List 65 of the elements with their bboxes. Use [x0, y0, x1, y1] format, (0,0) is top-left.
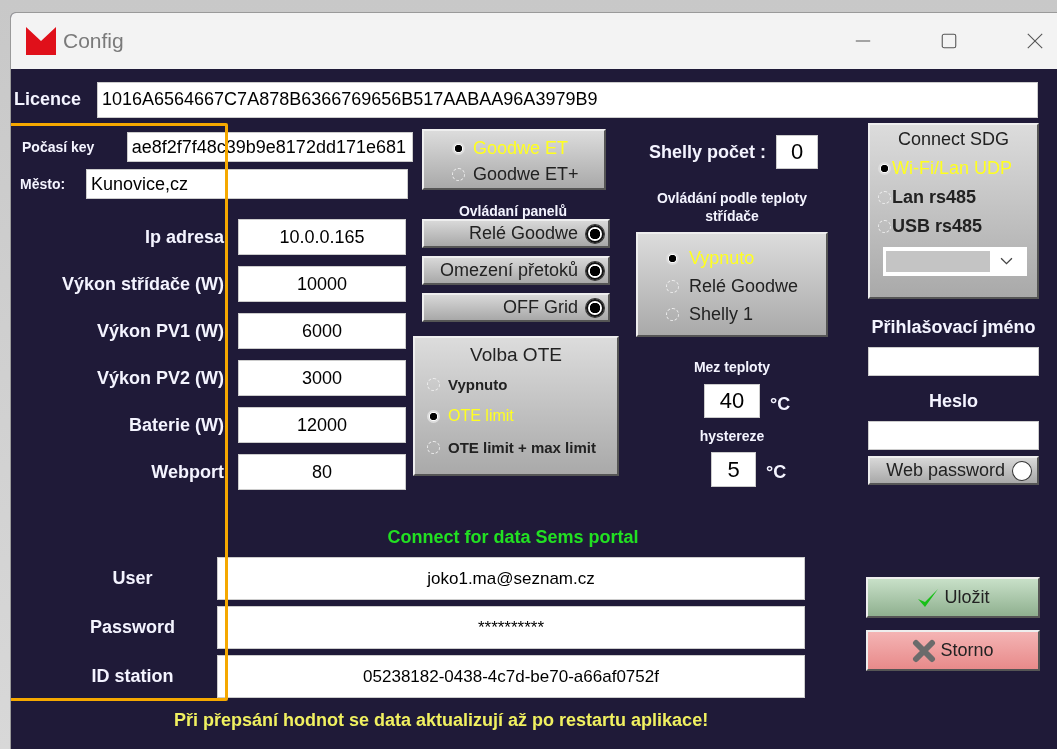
- username-field[interactable]: [868, 347, 1039, 376]
- weather-key-label: Počasí key: [22, 139, 96, 155]
- setting-label: Ip adresa: [143, 226, 224, 248]
- temperature-control-title: Ovládání podle teploty střídače: [655, 189, 809, 225]
- unit-label: °C: [766, 462, 787, 483]
- cancel-button[interactable]: Storno: [866, 630, 1040, 671]
- username-label: Přihlašovací jméno: [871, 317, 1036, 338]
- city-field[interactable]: Kunovice,cz: [86, 169, 408, 199]
- setting-label: Výkon PV1 (W): [95, 320, 224, 342]
- sems-field[interactable]: joko1.ma@seznam.cz: [217, 557, 805, 600]
- toggle-button[interactable]: Omezení přetoků: [422, 256, 610, 285]
- radio-button[interactable]: [427, 409, 440, 423]
- close-icon[interactable]: [1026, 32, 1044, 50]
- sems-field[interactable]: 05238182-0438-4c7d-be70-a66af0752f: [217, 655, 805, 698]
- setting-label: Webport: [150, 461, 224, 483]
- setting-field[interactable]: 6000: [238, 313, 406, 349]
- radio-label[interactable]: Goodwe ET+: [473, 161, 579, 187]
- shelly-count-label: Shelly počet :: [649, 141, 767, 163]
- password-label: Heslo: [929, 391, 978, 412]
- cross-icon: [912, 638, 937, 663]
- sems-title: Connect for data Sems portal: [386, 527, 640, 548]
- radio-label[interactable]: Vypnuto: [448, 376, 508, 393]
- toggle-button[interactable]: Relé Goodwe: [422, 219, 610, 248]
- port-dropdown[interactable]: [883, 247, 1027, 276]
- temperature-limit-label: Mez teploty: [692, 359, 772, 375]
- radio-label[interactable]: Shelly 1: [689, 300, 754, 328]
- radio-button[interactable]: [452, 141, 465, 155]
- sdg-title: Connect SDG: [896, 129, 1011, 150]
- setting-field[interactable]: 80: [238, 454, 406, 490]
- password-field[interactable]: [868, 421, 1039, 450]
- radio-label[interactable]: Lan rs485: [892, 187, 977, 208]
- radio-label[interactable]: Relé Goodwe: [689, 272, 799, 300]
- licence-field[interactable]: 1016A6564667C7A878B6366769656B517AABAA96A3979B9: [97, 81, 1038, 118]
- sems-label: User: [111, 568, 154, 589]
- sems-field[interactable]: **********: [217, 606, 805, 649]
- hysteresis-field[interactable]: 5: [711, 452, 756, 487]
- setting-field[interactable]: 3000: [238, 360, 406, 396]
- panel-control-title: Ovládaní panelů: [457, 203, 569, 219]
- hysteresis-label: hystereze: [698, 428, 766, 444]
- setting-label: Baterie (W): [128, 414, 224, 436]
- setting-label: Výkon střídače (W): [60, 273, 224, 295]
- sems-label: ID station: [90, 666, 175, 687]
- radio-button[interactable]: [878, 162, 891, 175]
- save-button[interactable]: Uložit: [866, 577, 1040, 618]
- unit-label: °C: [770, 393, 791, 415]
- radio-label[interactable]: OTE limit + max limit: [448, 439, 596, 456]
- setting-field[interactable]: 10000: [238, 266, 406, 302]
- maximize-icon[interactable]: [940, 32, 958, 50]
- web-password-toggle[interactable]: Web password: [868, 456, 1039, 485]
- radio-button[interactable]: [666, 251, 679, 265]
- chevron-down-icon: [1000, 257, 1013, 266]
- sems-label: Password: [88, 617, 176, 638]
- setting-field[interactable]: 10.0.0.165: [238, 219, 406, 255]
- setting-field[interactable]: 12000: [238, 407, 406, 443]
- ote-title: Volba OTE: [469, 344, 563, 366]
- city-label: Město:: [20, 176, 67, 192]
- restart-warning: Při přepsání hodnot se data aktualizují až po restartu aplikace!: [174, 710, 710, 731]
- licence-label: Licence: [14, 89, 83, 110]
- window-title: Config: [63, 29, 124, 53]
- shelly-count-field[interactable]: 0: [776, 135, 819, 169]
- radio-label[interactable]: USB rs485: [892, 216, 983, 237]
- setting-label: Výkon PV2 (W): [95, 367, 224, 389]
- logo-icon: [26, 27, 56, 55]
- toggle-button[interactable]: OFF Grid: [422, 293, 610, 322]
- temperature-limit-field[interactable]: 40: [704, 384, 760, 418]
